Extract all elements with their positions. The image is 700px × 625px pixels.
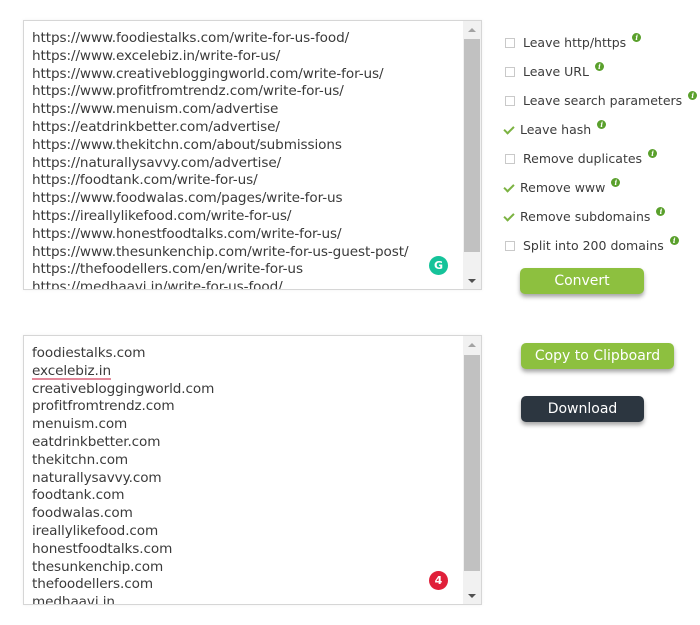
- output-domain-line: thekitchn.com: [32, 452, 455, 470]
- domain-text: eatdrinkbetter.com: [32, 433, 161, 450]
- scroll-down-arrow-icon[interactable]: [463, 587, 481, 604]
- input-scrollbar[interactable]: [463, 21, 481, 289]
- scrollbar-thumb[interactable]: [464, 39, 480, 252]
- option-remove-subdomains[interactable]: Remove subdomains i: [504, 202, 697, 231]
- domain-output-textarea[interactable]: foodiestalks.com excelebiz.in creativeblog…: [23, 335, 482, 605]
- domain-text: ireallylikefood.com: [32, 522, 159, 539]
- scroll-down-arrow-icon[interactable]: [463, 272, 481, 289]
- checkbox[interactable]: [505, 95, 515, 106]
- output-domain-line: foodtank.com: [32, 487, 455, 505]
- option-remove-duplicates[interactable]: Remove duplicates i: [504, 144, 697, 173]
- url-input-lines: https://www.foodiestalks.com/write-for-u…: [32, 30, 455, 290]
- grammarly-icon[interactable]: G: [429, 256, 448, 275]
- checkbox[interactable]: [505, 37, 515, 48]
- option-label: Leave hash: [520, 122, 592, 137]
- checkmark-icon[interactable]: [504, 212, 516, 222]
- option-label: Leave http/https: [523, 35, 627, 50]
- checkmark-icon[interactable]: [504, 125, 516, 135]
- input-url-line: https://www.foodwalas.com/pages/write-fo…: [32, 190, 343, 207]
- input-url-line: https://medhaavi.in/write-for-us-food/: [32, 279, 283, 290]
- option-leave-hash[interactable]: Leave hash i: [504, 115, 697, 144]
- output-scrollbar[interactable]: [463, 336, 481, 604]
- scroll-up-arrow-icon[interactable]: [463, 21, 481, 38]
- url-input-textarea[interactable]: https://www.foodiestalks.com/write-for-u…: [23, 20, 482, 290]
- download-button[interactable]: Download: [521, 396, 644, 422]
- info-icon[interactable]: i: [656, 207, 666, 216]
- info-icon[interactable]: i: [632, 33, 642, 42]
- info-icon[interactable]: i: [611, 178, 621, 187]
- domain-text: medhaavi.in: [32, 594, 115, 605]
- option-leave-url[interactable]: Leave URL i: [504, 57, 697, 86]
- input-url-line: https://thefoodellers.com/en/write-for-u…: [32, 261, 303, 278]
- info-icon[interactable]: i: [648, 149, 658, 158]
- domain-output-lines: foodiestalks.com excelebiz.in creativeblog…: [32, 345, 455, 605]
- convert-button[interactable]: Convert: [520, 268, 644, 294]
- checkbox[interactable]: [505, 240, 515, 251]
- option-label: Leave search parameters: [523, 93, 683, 108]
- domain-text: thefoodellers.com: [32, 576, 153, 593]
- options-list: Leave http/https i Leave URL i Leave search …: [504, 28, 698, 260]
- input-url-line: https://ireallylikefood.com/write-for-us…: [32, 207, 292, 224]
- domain-text: naturallysavvy.com: [32, 469, 162, 486]
- output-domain-line: foodiestalks.com: [32, 345, 455, 363]
- output-domain-line: honestfoodtalks.com: [32, 541, 455, 559]
- scrollbar-thumb[interactable]: [464, 355, 480, 571]
- input-url-line: https://www.creativebloggingworld.com/wr…: [32, 65, 384, 82]
- domain-text: foodwalas.com: [32, 505, 133, 522]
- output-domain-line: menuism.com: [32, 416, 455, 434]
- option-remove-www[interactable]: Remove www i: [504, 173, 697, 202]
- option-label: Split into 200 domains: [523, 238, 664, 253]
- checkbox[interactable]: [505, 66, 515, 77]
- copy-to-clipboard-button[interactable]: Copy to Clipboard: [521, 343, 674, 369]
- output-domain-line: profitfromtrendz.com: [32, 398, 455, 416]
- input-url-line: https://www.honestfoodtalks.com/write-fo…: [32, 225, 342, 242]
- output-domain-line: eatdrinkbetter.com: [32, 434, 455, 452]
- output-domain-line: thefoodellers.com: [32, 576, 455, 594]
- info-icon[interactable]: i: [688, 91, 698, 100]
- output-domain-line: foodwalas.com: [32, 505, 455, 523]
- domain-text: honestfoodtalks.com: [32, 540, 173, 557]
- input-url-line: https://www.thesunkenchip.com/write-for-…: [32, 243, 409, 260]
- domain-text: profitfromtrendz.com: [32, 398, 175, 415]
- output-domain-line: excelebiz.in: [32, 363, 455, 381]
- info-icon[interactable]: i: [594, 62, 604, 71]
- option-split-into-200-domains[interactable]: Split into 200 domains i: [504, 231, 697, 260]
- output-domain-line: thesunkenchip.com: [32, 559, 455, 577]
- input-url-line: https://naturallysavvy.com/advertise/: [32, 154, 282, 171]
- info-icon[interactable]: i: [597, 120, 607, 129]
- input-url-line: https://www.excelebiz.in/write-for-us/: [32, 47, 281, 64]
- grammarly-issue-count-badge[interactable]: 4: [429, 571, 448, 590]
- checkmark-icon[interactable]: [504, 183, 516, 193]
- option-label: Leave URL: [523, 64, 589, 79]
- info-icon[interactable]: i: [669, 236, 679, 245]
- scroll-up-arrow-icon[interactable]: [463, 336, 481, 353]
- output-domain-line: ireallylikefood.com: [32, 523, 455, 541]
- domain-text: menuism.com: [32, 416, 128, 433]
- output-domain-line: medhaavi.in: [32, 594, 455, 605]
- checkbox[interactable]: [505, 153, 515, 164]
- option-label: Remove www: [520, 180, 606, 195]
- input-url-line: https://foodtank.com/write-for-us/: [32, 172, 258, 189]
- input-url-line: https://www.foodiestalks.com/write-for-u…: [32, 30, 350, 46]
- domain-text: foodtank.com: [32, 487, 125, 504]
- domain-text: thesunkenchip.com: [32, 558, 164, 575]
- output-domain-line: creativebloggingworld.com: [32, 381, 455, 399]
- domain-text: thekitchn.com: [32, 451, 129, 468]
- option-label: Remove subdomains: [520, 209, 651, 224]
- domain-text: creativebloggingworld.com: [32, 380, 215, 397]
- option-leave-search-parameters[interactable]: Leave search parameters i: [504, 86, 698, 115]
- misspelled-word: excelebiz.in: [32, 362, 111, 379]
- output-domain-line: naturallysavvy.com: [32, 470, 455, 488]
- input-url-line: https://www.menuism.com/advertise: [32, 101, 279, 118]
- option-leave-http-https[interactable]: Leave http/https i: [504, 28, 697, 57]
- input-url-line: https://eatdrinkbetter.com/advertise/: [32, 118, 280, 135]
- input-url-line: https://www.thekitchn.com/about/submissi…: [32, 136, 342, 153]
- input-url-line: https://www.profitfromtrendz.com/write-f…: [32, 83, 344, 100]
- domain-text: foodiestalks.com: [32, 345, 146, 361]
- option-label: Remove duplicates: [523, 151, 643, 166]
